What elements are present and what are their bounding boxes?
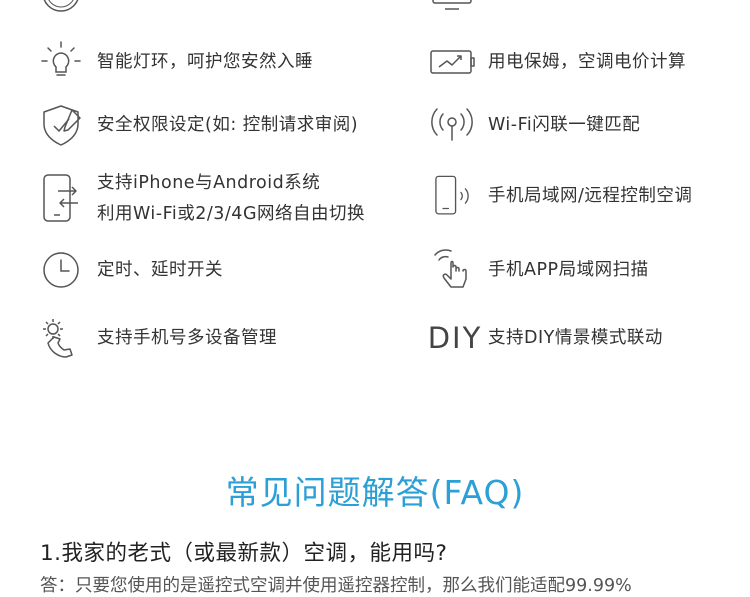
feature-text: 智能EVC预启动 — [97, 0, 224, 9]
battery-chart-icon — [427, 37, 477, 87]
faq-answer: 答：只要您使用的是遥控式空调并使用遥控器控制，那么我们能适配99.99% — [40, 576, 632, 596]
feature-text: 手机APP局域网扫描 — [488, 259, 649, 280]
feature-text: Wi-Fi闪联一键匹配 — [488, 114, 641, 135]
feature-realtime-status: 空调状态数局实时反馈 — [427, 0, 668, 18]
feature-timer: 定时、延时开关 — [36, 245, 223, 295]
feature-wifi-pair: Wi-Fi闪联一键匹配 — [427, 100, 640, 150]
feature-text: 智能灯环，呵护您安然入睡 — [97, 51, 313, 72]
gear-phone-icon — [36, 313, 86, 363]
feature-text: 定时、延时开关 — [97, 259, 223, 280]
feature-text-line2: 利用Wi-Fi或2/3/4G网络自由切换 — [97, 204, 366, 224]
feature-remote-control: 手机局域网/远程控制空调 — [427, 171, 692, 221]
wifi-signal-icon — [427, 100, 477, 150]
faq-title: 常见问题解答(FAQ) — [225, 473, 525, 512]
shield-pen-icon — [36, 100, 86, 150]
smartphone-signal-icon — [427, 171, 477, 221]
monitor-icon — [427, 0, 477, 18]
feature-text: 支持DIY情景模式联动 — [488, 327, 663, 348]
feature-evc: EVC 智能EVC预启动 — [36, 0, 224, 18]
feature-multi-device: 支持手机号多设备管理 — [36, 313, 277, 363]
feature-text: 安全权限设定(如: 控制请求审阅) — [97, 114, 359, 135]
faq-question: 1.我家的老式（或最新款）空调，能用吗? — [40, 541, 448, 566]
evc-badge-icon: EVC — [36, 0, 86, 18]
lightbulb-icon — [36, 37, 86, 87]
feature-text: 手机局域网/远程控制空调 — [488, 185, 693, 206]
feature-phone-system: 支持iPhone与Android系统 利用Wi-Fi或2/3/4G网络自由切换 — [36, 168, 365, 230]
diy-icon: DIY — [427, 321, 483, 355]
feature-security: 安全权限设定(如: 控制请求审阅) — [36, 100, 358, 150]
feature-text-block: 支持iPhone与Android系统 利用Wi-Fi或2/3/4G网络自由切换 — [97, 168, 365, 230]
feature-text: 空调状态数局实时反馈 — [488, 0, 668, 9]
hand-scan-icon — [427, 245, 477, 295]
feature-text-line1: 支持iPhone与Android系统 — [97, 173, 321, 193]
phone-switch-icon — [36, 174, 86, 224]
feature-lightbulb: 智能灯环，呵护您安然入睡 — [36, 37, 313, 87]
feature-power-calc: 用电保姆，空调电价计算 — [427, 37, 686, 87]
feature-text: 支持手机号多设备管理 — [97, 327, 277, 348]
feature-diy: DIY 支持DIY情景模式联动 — [427, 313, 663, 363]
feature-text: 用电保姆，空调电价计算 — [488, 51, 686, 72]
clock-icon — [36, 245, 86, 295]
feature-app-scan: 手机APP局域网扫描 — [427, 245, 649, 295]
